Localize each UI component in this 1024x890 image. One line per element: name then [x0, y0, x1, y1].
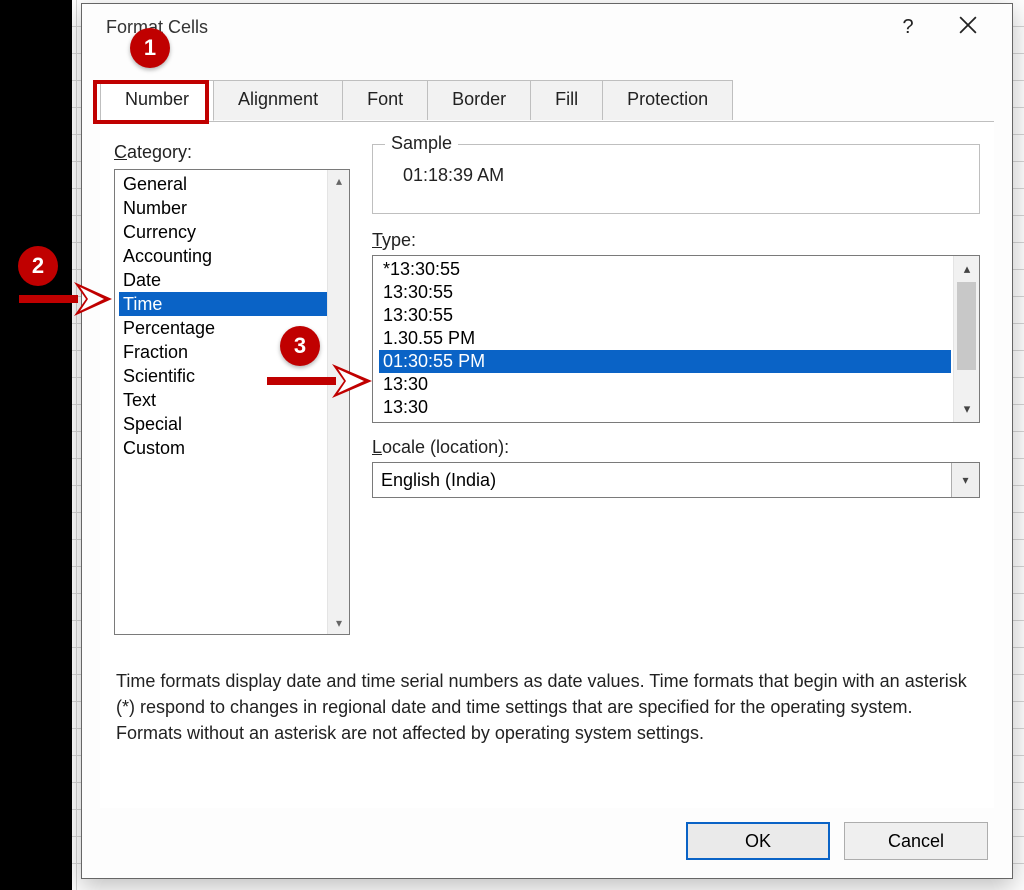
annotation-arrow-3: [262, 360, 374, 402]
category-item[interactable]: General: [119, 172, 327, 196]
button-label: Cancel: [888, 831, 944, 852]
tab-label: Border: [452, 89, 506, 109]
category-item[interactable]: Time: [119, 292, 327, 316]
tab-content: Category: GeneralNumberCurrencyAccountin…: [100, 122, 994, 808]
help-button[interactable]: ?: [878, 16, 938, 39]
type-item[interactable]: 13:30:55: [379, 281, 951, 304]
type-item[interactable]: 1.30.55 PM: [379, 327, 951, 350]
annotation-badge-1: 1: [130, 28, 170, 68]
tabs-row: Number Alignment Font Border Fill Protec…: [100, 80, 1012, 120]
locale-value: English (India): [381, 470, 496, 491]
chevron-up-icon[interactable]: ▴: [328, 170, 350, 192]
sample-label: Sample: [385, 133, 458, 154]
tab-label: Alignment: [238, 89, 318, 109]
type-listbox[interactable]: *13:30:5513:30:5513:30:551.30.55 PM01:30…: [372, 255, 980, 423]
tab-font[interactable]: Font: [342, 80, 428, 120]
scrollbar-thumb[interactable]: [957, 282, 976, 370]
type-section: Type: *13:30:5513:30:5513:30:551.30.55 P…: [372, 230, 980, 423]
category-listbox[interactable]: GeneralNumberCurrencyAccountingDateTimeP…: [114, 169, 350, 635]
format-description: Time formats display date and time seria…: [116, 668, 978, 746]
tab-alignment[interactable]: Alignment: [213, 80, 343, 120]
tab-fill[interactable]: Fill: [530, 80, 603, 120]
category-item[interactable]: Date: [119, 268, 327, 292]
tab-border[interactable]: Border: [427, 80, 531, 120]
tab-protection[interactable]: Protection: [602, 80, 733, 120]
locale-label: Locale (location):: [372, 437, 980, 458]
close-button[interactable]: [938, 16, 998, 39]
chevron-down-icon[interactable]: ▾: [951, 463, 979, 497]
category-label: Category:: [114, 142, 350, 163]
close-icon: [959, 16, 977, 34]
dialog-buttons: OK Cancel: [686, 822, 988, 860]
locale-section: Locale (location): English (India) ▾: [372, 437, 980, 498]
annotation-badge-3: 3: [280, 326, 320, 366]
sample-value: 01:18:39 AM: [403, 165, 965, 186]
type-scrollbar[interactable]: ▴ ▾: [953, 256, 979, 422]
titlebar: Format Cells ?: [82, 4, 1012, 50]
type-item[interactable]: 13:30:55: [379, 304, 951, 327]
category-item[interactable]: Custom: [119, 436, 327, 460]
tab-label: Font: [367, 89, 403, 109]
chevron-down-icon[interactable]: ▾: [954, 396, 980, 422]
type-item[interactable]: *13:30:55: [379, 258, 951, 281]
type-item[interactable]: 01:30:55 PM: [379, 350, 951, 373]
format-cells-dialog: Format Cells ? Number Alignment Font Bor…: [81, 3, 1013, 879]
sample-groupbox: Sample 01:18:39 AM: [372, 144, 980, 214]
annotation-highlight-number-tab: [93, 80, 209, 124]
type-label: Type:: [372, 230, 980, 251]
category-scrollbar[interactable]: ▴ ▾: [327, 170, 349, 634]
category-item[interactable]: Accounting: [119, 244, 327, 268]
chevron-up-icon[interactable]: ▴: [954, 256, 980, 282]
category-item[interactable]: Special: [119, 412, 327, 436]
type-item[interactable]: 13:30: [379, 373, 951, 396]
button-label: OK: [745, 831, 771, 852]
cancel-button[interactable]: Cancel: [844, 822, 988, 860]
tab-label: Protection: [627, 89, 708, 109]
type-item[interactable]: 13:30: [379, 396, 951, 419]
chevron-down-icon[interactable]: ▾: [328, 612, 350, 634]
category-item[interactable]: Number: [119, 196, 327, 220]
tab-label: Fill: [555, 89, 578, 109]
format-details: Sample 01:18:39 AM Type: *13:30:5513:30:…: [372, 142, 980, 498]
locale-dropdown[interactable]: English (India) ▾: [372, 462, 980, 498]
category-item[interactable]: Currency: [119, 220, 327, 244]
ok-button[interactable]: OK: [686, 822, 830, 860]
annotation-badge-2: 2: [18, 246, 58, 286]
black-sidebar: [0, 0, 72, 890]
